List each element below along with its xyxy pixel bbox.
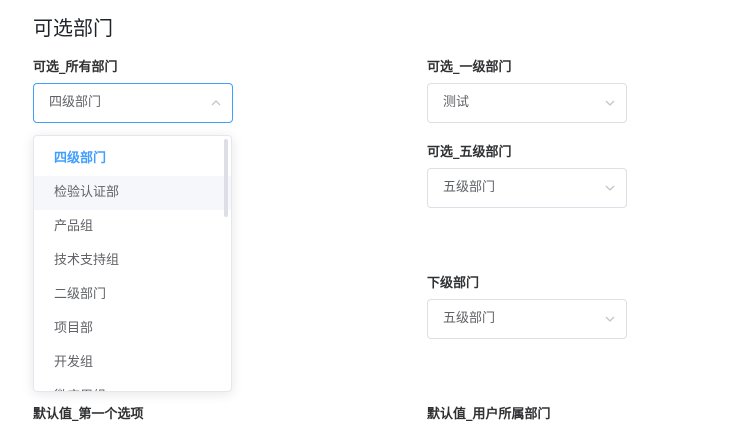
all-dept-select[interactable]: 四级部门: [33, 83, 233, 123]
all-dept-dropdown: 四级部门 检验认证部 产品组 技术支持组 二级部门 项目部 开发组 微应用组: [33, 135, 232, 392]
chevron-down-icon: [605, 316, 615, 322]
level1-dept-select[interactable]: 测试: [427, 83, 627, 123]
default-user-dept-label: 默认值_用户所属部门: [427, 407, 551, 422]
all-dept-label: 可选_所有部门: [33, 60, 118, 75]
level1-dept-label: 可选_一级部门: [427, 60, 512, 75]
dropdown-option[interactable]: 检验认证部: [34, 176, 231, 210]
dropdown-option[interactable]: 二级部门: [34, 278, 231, 312]
all-dept-select-value: 四级部门: [49, 95, 102, 110]
level5-dept-label: 可选_五级部门: [427, 145, 512, 160]
dropdown-option[interactable]: 四级部门: [34, 142, 231, 176]
level5-dept-select[interactable]: 五级部门: [427, 168, 627, 208]
chevron-down-icon: [605, 185, 615, 191]
chevron-down-icon: [605, 100, 615, 106]
sub-dept-select-value: 五级部门: [443, 311, 496, 326]
sub-dept-label: 下级部门: [427, 276, 480, 291]
dropdown-option[interactable]: 开发组: [34, 346, 231, 380]
level1-dept-select-value: 测试: [443, 95, 470, 110]
sub-dept-select[interactable]: 五级部门: [427, 299, 627, 339]
dropdown-option-list: 四级部门 检验认证部 产品组 技术支持组 二级部门 项目部 开发组 微应用组: [34, 142, 231, 391]
dropdown-option[interactable]: 技术支持组: [34, 244, 231, 278]
dropdown-scrollbar[interactable]: [224, 139, 228, 217]
level5-dept-select-value: 五级部门: [443, 180, 496, 195]
dropdown-option[interactable]: 微应用组: [34, 380, 231, 391]
dropdown-option[interactable]: 产品组: [34, 210, 231, 244]
dropdown-option[interactable]: 项目部: [34, 312, 231, 346]
page-title: 可选部门: [33, 16, 113, 40]
default-first-label: 默认值_第一个选项: [33, 407, 144, 422]
chevron-up-icon: [211, 100, 221, 106]
